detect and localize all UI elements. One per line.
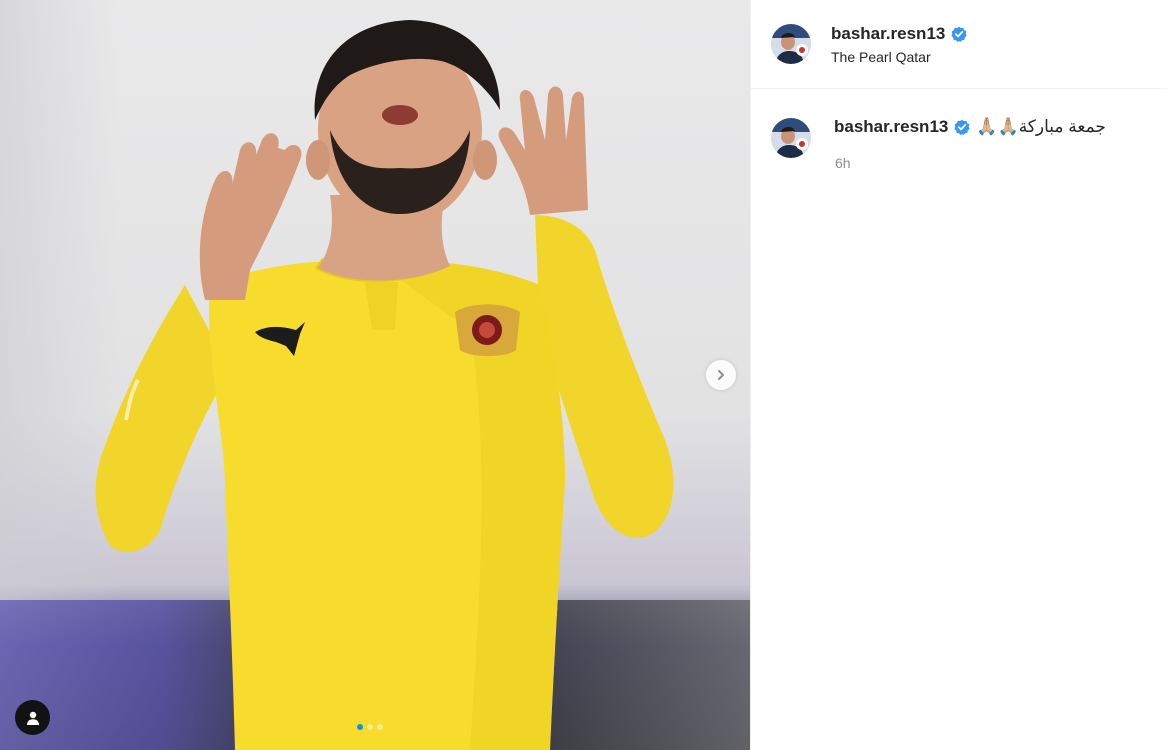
carousel-indicator [357,724,383,730]
post-timestamp[interactable]: 6h [835,155,1106,171]
avatar[interactable] [771,118,811,158]
carousel-dot [377,724,383,730]
user-icon [26,711,39,725]
post-media[interactable] [0,0,750,750]
profile-photo [771,118,811,158]
player-photo [95,20,674,750]
caption-username[interactable]: bashar.resn13 [834,117,948,137]
avatar[interactable] [771,24,811,64]
instagram-post: bashar.resn13 The Pearl Qatar bashar.res… [0,0,1167,750]
verified-badge-icon [954,119,970,135]
next-slide-button[interactable] [706,360,736,390]
verified-badge-icon [951,26,967,42]
tagged-users-button[interactable] [15,700,50,735]
post-side-panel: bashar.resn13 The Pearl Qatar bashar.res… [750,0,1167,750]
post-header: bashar.resn13 The Pearl Qatar [751,0,1167,89]
carousel-dot [367,724,373,730]
location-link[interactable]: The Pearl Qatar [831,49,967,65]
carousel-dot-active [357,724,363,730]
profile-photo [771,24,811,64]
caption-text: جمعة مباركة🙏🏼🙏🏼 [976,117,1106,136]
chevron-right-icon [718,370,724,380]
caption-comment: bashar.resn13 جمعة مباركة🙏🏼🙏🏼 6h [751,89,1167,171]
header-username[interactable]: bashar.resn13 [831,24,945,44]
